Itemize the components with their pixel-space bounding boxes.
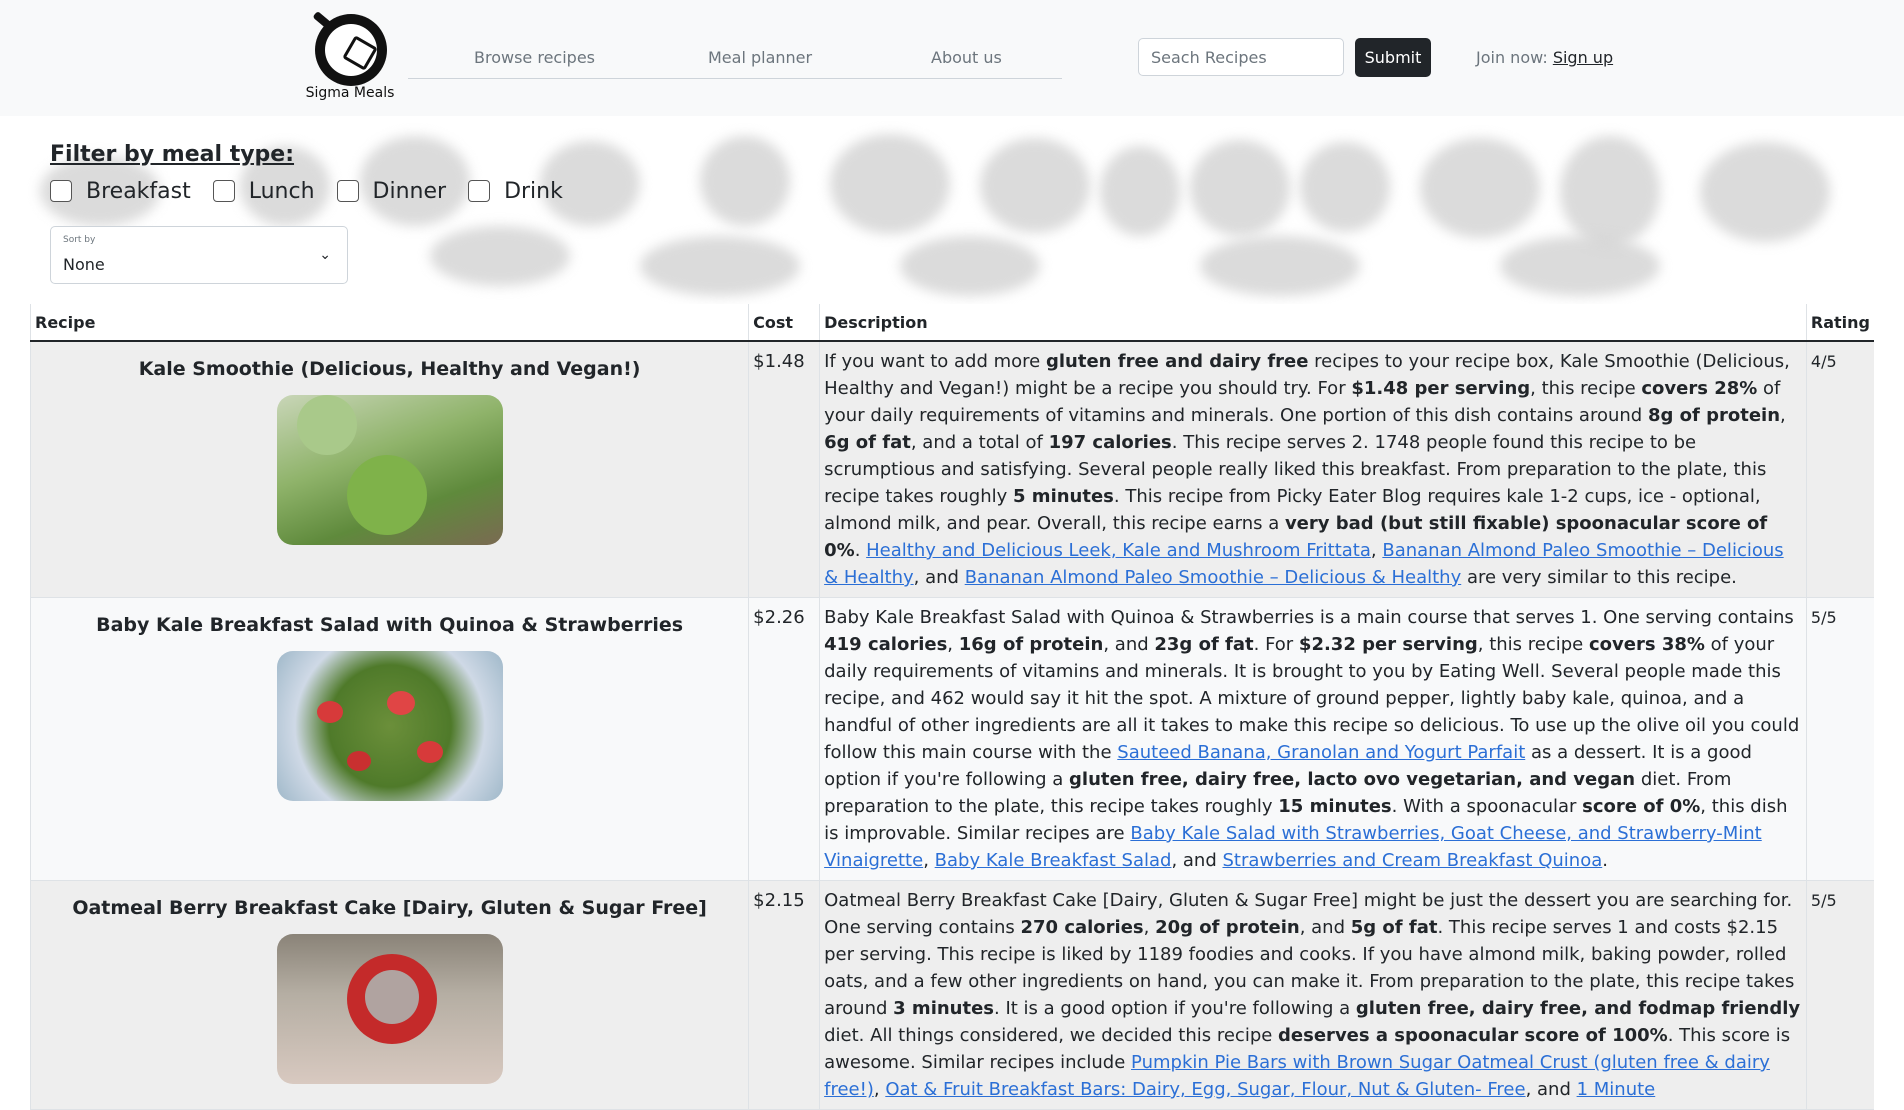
brand-logo[interactable]: Sigma Meals — [300, 10, 400, 108]
table-row: Kale Smoothie (Delicious, Healthy and Ve… — [29, 341, 1874, 598]
table-row: Baby Kale Breakfast Salad with Quinoa & … — [29, 597, 1874, 881]
header-description: Description — [819, 304, 1807, 342]
filter-label: Lunch — [248, 178, 315, 204]
nav-about-us[interactable]: About us — [931, 48, 1002, 67]
brand-name: Sigma Meals — [305, 85, 395, 101]
desc-highlight: $2.32 per serving — [1298, 634, 1478, 655]
recipe-cell: Kale Smoothie (Delicious, Healthy and Ve… — [29, 341, 749, 598]
filter-label: Dinner — [372, 178, 447, 204]
filter-dinner[interactable]: Dinner — [336, 178, 447, 204]
recipe-cell: Oatmeal Berry Breakfast Cake [Dairy, Glu… — [29, 880, 749, 1110]
desc-highlight: 3 minutes — [893, 998, 995, 1019]
desc-highlight: gluten free, dairy free, lacto ovo veget… — [1069, 769, 1636, 790]
desc-highlight: 197 calories — [1048, 432, 1172, 453]
recipe-cost: $2.26 — [748, 597, 820, 881]
table-row: Oatmeal Berry Breakfast Cake [Dairy, Glu… — [29, 880, 1874, 1110]
desc-highlight: 270 calories — [1020, 917, 1144, 938]
chevron-down-icon: ⌄ — [319, 247, 331, 263]
desc-highlight: 6g of fat — [824, 432, 911, 453]
desc-highlight: covers 38% — [1588, 634, 1705, 655]
sign-up-link[interactable]: Sign up — [1553, 48, 1613, 67]
recipe-description: Oatmeal Berry Breakfast Cake [Dairy, Glu… — [819, 880, 1807, 1110]
checkbox[interactable] — [468, 180, 491, 202]
filter-breakfast[interactable]: Breakfast — [50, 179, 191, 204]
meal-type-filters: Breakfast Lunch Dinner Drink — [50, 176, 585, 206]
header-recipe: Recipe — [29, 304, 749, 342]
recipe-name[interactable]: Kale Smoothie (Delicious, Healthy and Ve… — [35, 356, 744, 383]
recipe-table: Recipe Cost Description Rating Kale Smoo… — [29, 304, 1874, 1110]
desc-highlight: 8g of protein — [1647, 405, 1781, 426]
recipe-name[interactable]: Oatmeal Berry Breakfast Cake [Dairy, Glu… — [35, 895, 744, 922]
desc-highlight: gluten free, dairy free, and fodmap frie… — [1355, 998, 1801, 1019]
filter-label: Drink — [504, 178, 563, 204]
desc-highlight: $1.48 per serving — [1351, 378, 1531, 399]
recipe-cell: Baby Kale Breakfast Salad with Quinoa & … — [29, 597, 749, 881]
desc-highlight: gluten free and dairy free — [1045, 351, 1309, 372]
filter-title: Filter by meal type: — [50, 142, 295, 167]
recipe-rating: 4/5 — [1805, 341, 1874, 598]
desc-highlight: score of 0% — [1582, 796, 1701, 817]
desc-highlight: 5 minutes — [1013, 486, 1114, 507]
submit-button[interactable]: Submit — [1355, 38, 1431, 77]
similar-recipe-link[interactable]: Sauteed Banana, Granolan and Yogurt Parf… — [1117, 742, 1525, 763]
logo-icon — [312, 10, 387, 86]
nav-links: Browse recipes Meal planner About us — [408, 26, 1062, 79]
nav-browse-recipes[interactable]: Browse recipes — [474, 48, 595, 67]
filter-lunch[interactable]: Lunch — [212, 178, 315, 204]
similar-recipe-link[interactable]: Oat & Fruit Breakfast Bars: Dairy, Egg, … — [885, 1079, 1525, 1100]
desc-highlight: 16g of protein — [958, 634, 1104, 655]
desc-highlight: 15 minutes — [1278, 796, 1392, 817]
filter-drink[interactable]: Drink — [468, 179, 563, 204]
desc-highlight: covers 28% — [1641, 378, 1758, 399]
recipe-image[interactable] — [276, 934, 503, 1084]
desc-highlight: 23g of fat — [1154, 634, 1254, 655]
desc-highlight: deserves a spoonacular score of 100% — [1278, 1025, 1668, 1046]
recipe-cost: $2.15 — [748, 880, 820, 1110]
recipe-image[interactable] — [276, 651, 503, 801]
nav-meal-planner[interactable]: Meal planner — [708, 48, 812, 67]
header-rating: Rating — [1805, 304, 1874, 342]
desc-highlight: 419 calories — [824, 634, 948, 655]
checkbox[interactable] — [336, 180, 359, 202]
sort-label: Sort by — [63, 235, 96, 245]
similar-recipe-link[interactable]: Baby Kale Breakfast Salad — [935, 850, 1172, 871]
recipe-description: Baby Kale Breakfast Salad with Quinoa & … — [819, 597, 1807, 881]
desc-highlight: 5g of fat — [1350, 917, 1438, 938]
sort-select[interactable]: Sort by None ⌄ — [50, 226, 348, 284]
navbar: Sigma Meals Browse recipes Meal planner … — [0, 0, 1904, 116]
recipe-cost: $1.48 — [748, 341, 820, 598]
similar-recipe-link[interactable]: Bananan Almond Paleo Smoothie – Deliciou… — [965, 567, 1462, 588]
similar-recipe-link[interactable]: Healthy and Delicious Leek, Kale and Mus… — [866, 540, 1371, 561]
recipe-image[interactable] — [276, 395, 503, 545]
recipe-description: If you want to add more gluten free and … — [819, 341, 1807, 598]
header-cost: Cost — [748, 304, 820, 342]
similar-recipe-link[interactable]: Strawberries and Cream Breakfast Quinoa — [1222, 850, 1602, 871]
recipe-rating: 5/5 — [1805, 597, 1874, 881]
similar-recipe-link[interactable]: 1 Minute — [1577, 1079, 1656, 1100]
checkbox[interactable] — [50, 180, 72, 202]
search-input[interactable] — [1138, 38, 1344, 76]
desc-highlight: 20g of protein — [1155, 917, 1300, 938]
join-prompt: Join now: Sign up — [1476, 48, 1613, 67]
join-text: Join now: — [1476, 48, 1548, 67]
recipe-name[interactable]: Baby Kale Breakfast Salad with Quinoa & … — [35, 612, 744, 639]
recipe-rating: 5/5 — [1805, 880, 1874, 1110]
filter-label: Breakfast — [86, 178, 191, 204]
checkbox[interactable] — [212, 180, 235, 202]
sort-value: None — [63, 255, 105, 274]
